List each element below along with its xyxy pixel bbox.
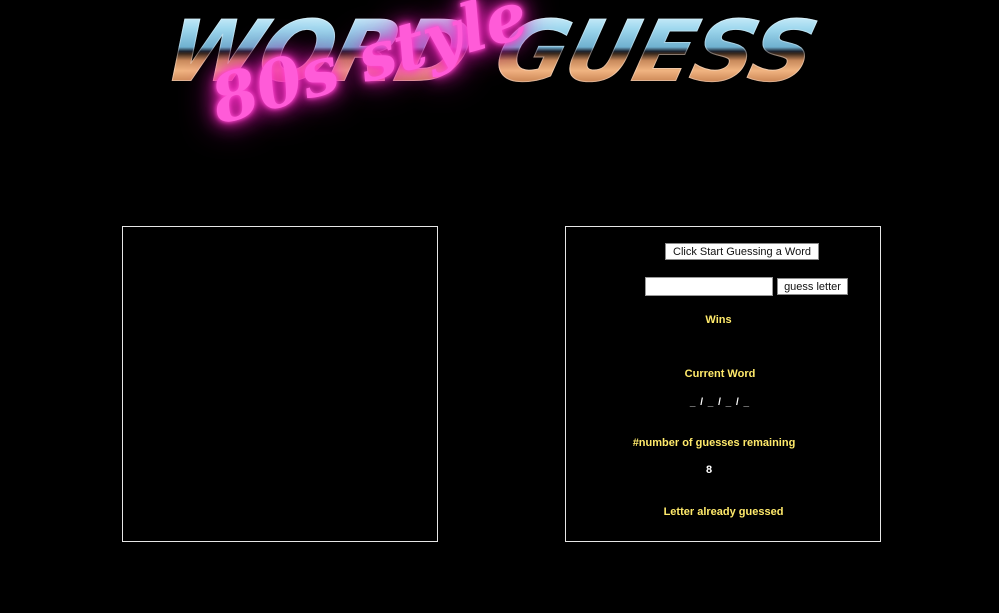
game-panel: Click Start Guessing a Word guess letter… — [565, 226, 881, 542]
letters-guessed-label: Letter already guessed — [663, 506, 784, 518]
guess-letter-button[interactable]: guess letter — [777, 278, 848, 295]
current-word-label: Current Word — [684, 368, 756, 380]
wins-label: Wins — [705, 314, 732, 326]
guesses-remaining-value: 8 — [705, 464, 713, 476]
current-word-value: _ / _ / _ / _ — [689, 397, 751, 408]
logo: WORD GUESS 80s style — [155, 0, 878, 186]
start-button[interactable]: Click Start Guessing a Word — [665, 243, 819, 260]
guesses-remaining-label: #number of guesses remaining — [632, 437, 796, 449]
letter-input[interactable] — [645, 277, 773, 296]
image-panel — [122, 226, 438, 542]
